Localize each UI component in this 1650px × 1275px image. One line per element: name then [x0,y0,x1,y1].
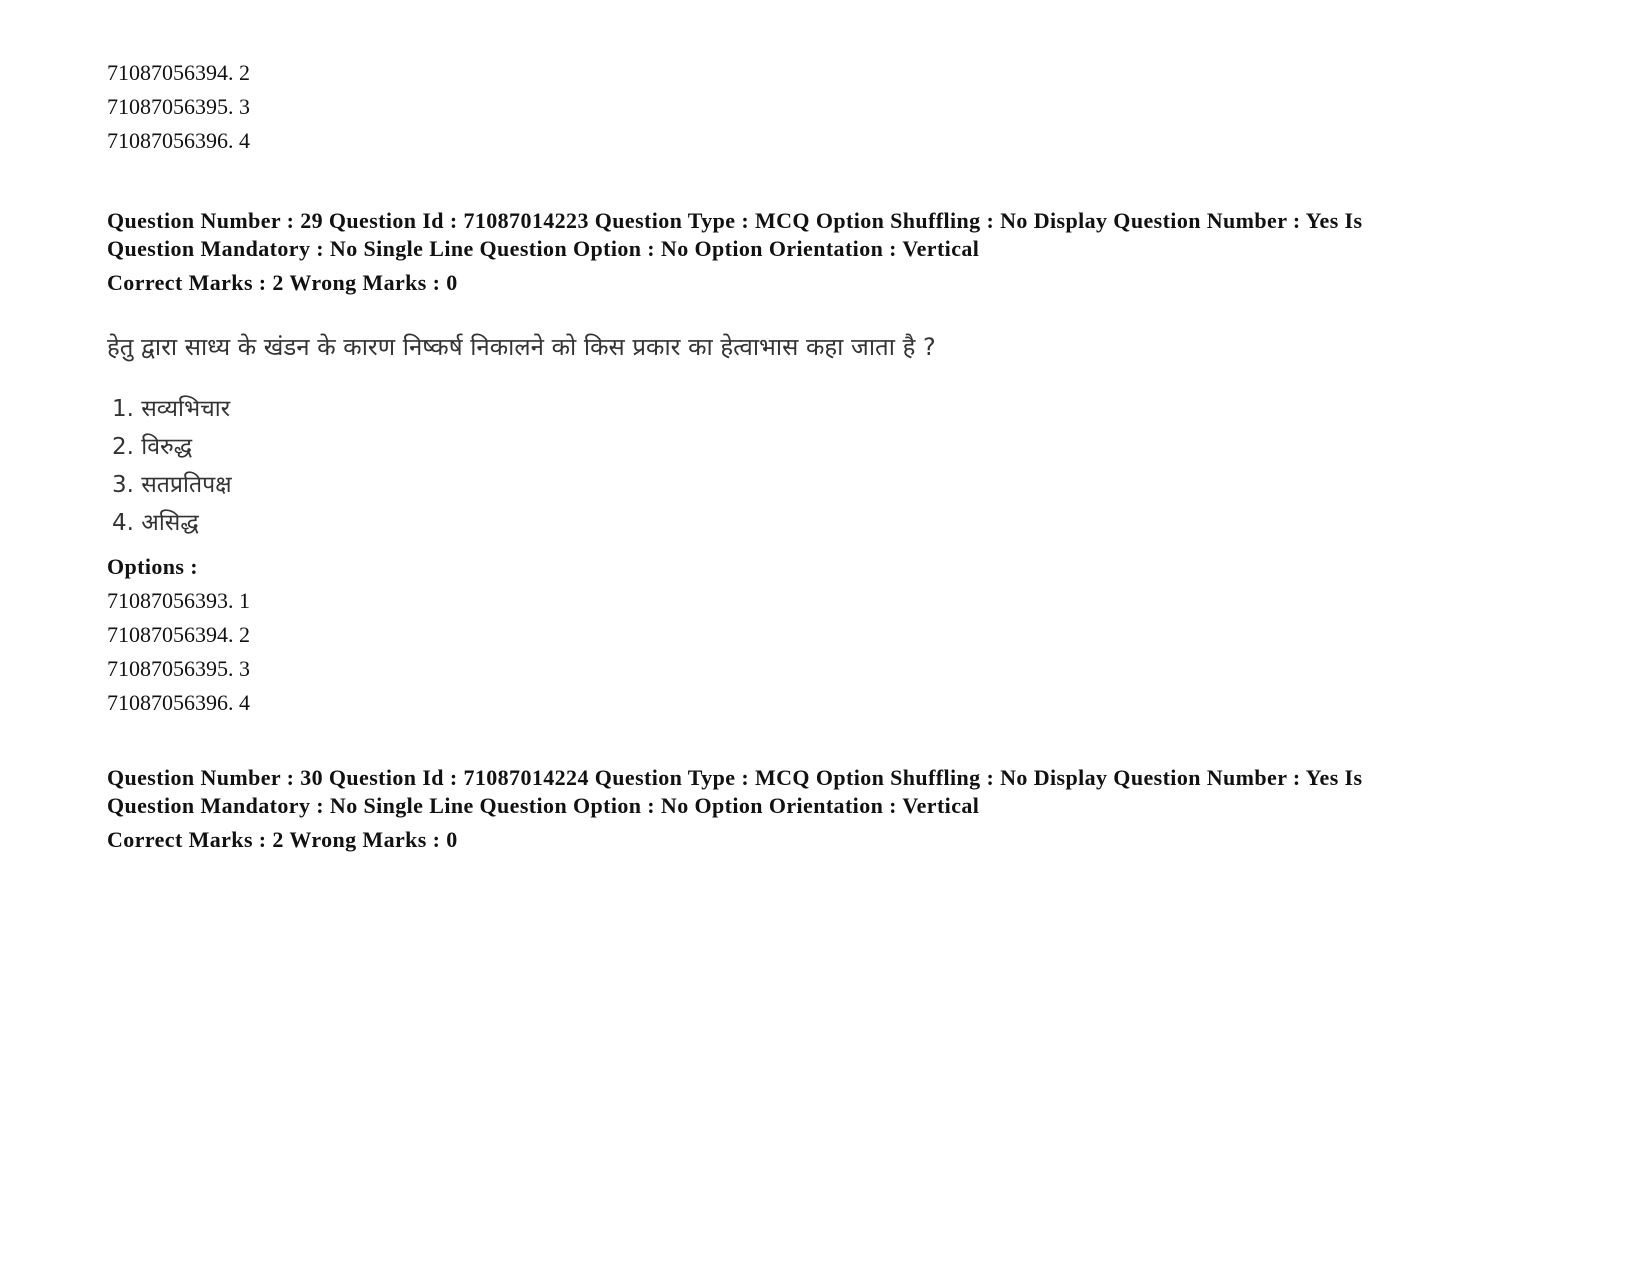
options-label: Options : [107,554,199,579]
option-id: 71087056394. 2 [107,622,250,647]
question-29-choice-2: 2. विरुद्ध [112,434,193,460]
question-29-choice-3: 3. सतप्रतिपक्ष [112,472,232,498]
question-30-marks: Correct Marks : 2 Wrong Marks : 0 [107,827,458,852]
prev-option-id: 71087056395. 3 [107,94,250,119]
prev-option-id: 71087056396. 4 [107,128,250,153]
question-29-choice-1: 1. सव्यभिचार [112,396,231,422]
question-29-header-line2: Question Mandatory : No Single Line Ques… [107,236,980,261]
question-29-marks: Correct Marks : 2 Wrong Marks : 0 [107,270,458,295]
question-30-header-line1: Question Number : 30 Question Id : 71087… [107,765,1363,790]
question-30-header-line2: Question Mandatory : No Single Line Ques… [107,793,980,818]
option-id: 71087056395. 3 [107,656,250,681]
question-29-header-line1: Question Number : 29 Question Id : 71087… [107,208,1363,233]
question-29-choice-4: 4. असिद्ध [112,510,199,536]
prev-option-id: 71087056394. 2 [107,60,250,85]
option-id: 71087056396. 4 [107,690,250,715]
option-id: 71087056393. 1 [107,588,250,613]
question-29-text: हेतु द्वारा साध्य के खंडन के कारण निष्कर… [107,333,936,361]
